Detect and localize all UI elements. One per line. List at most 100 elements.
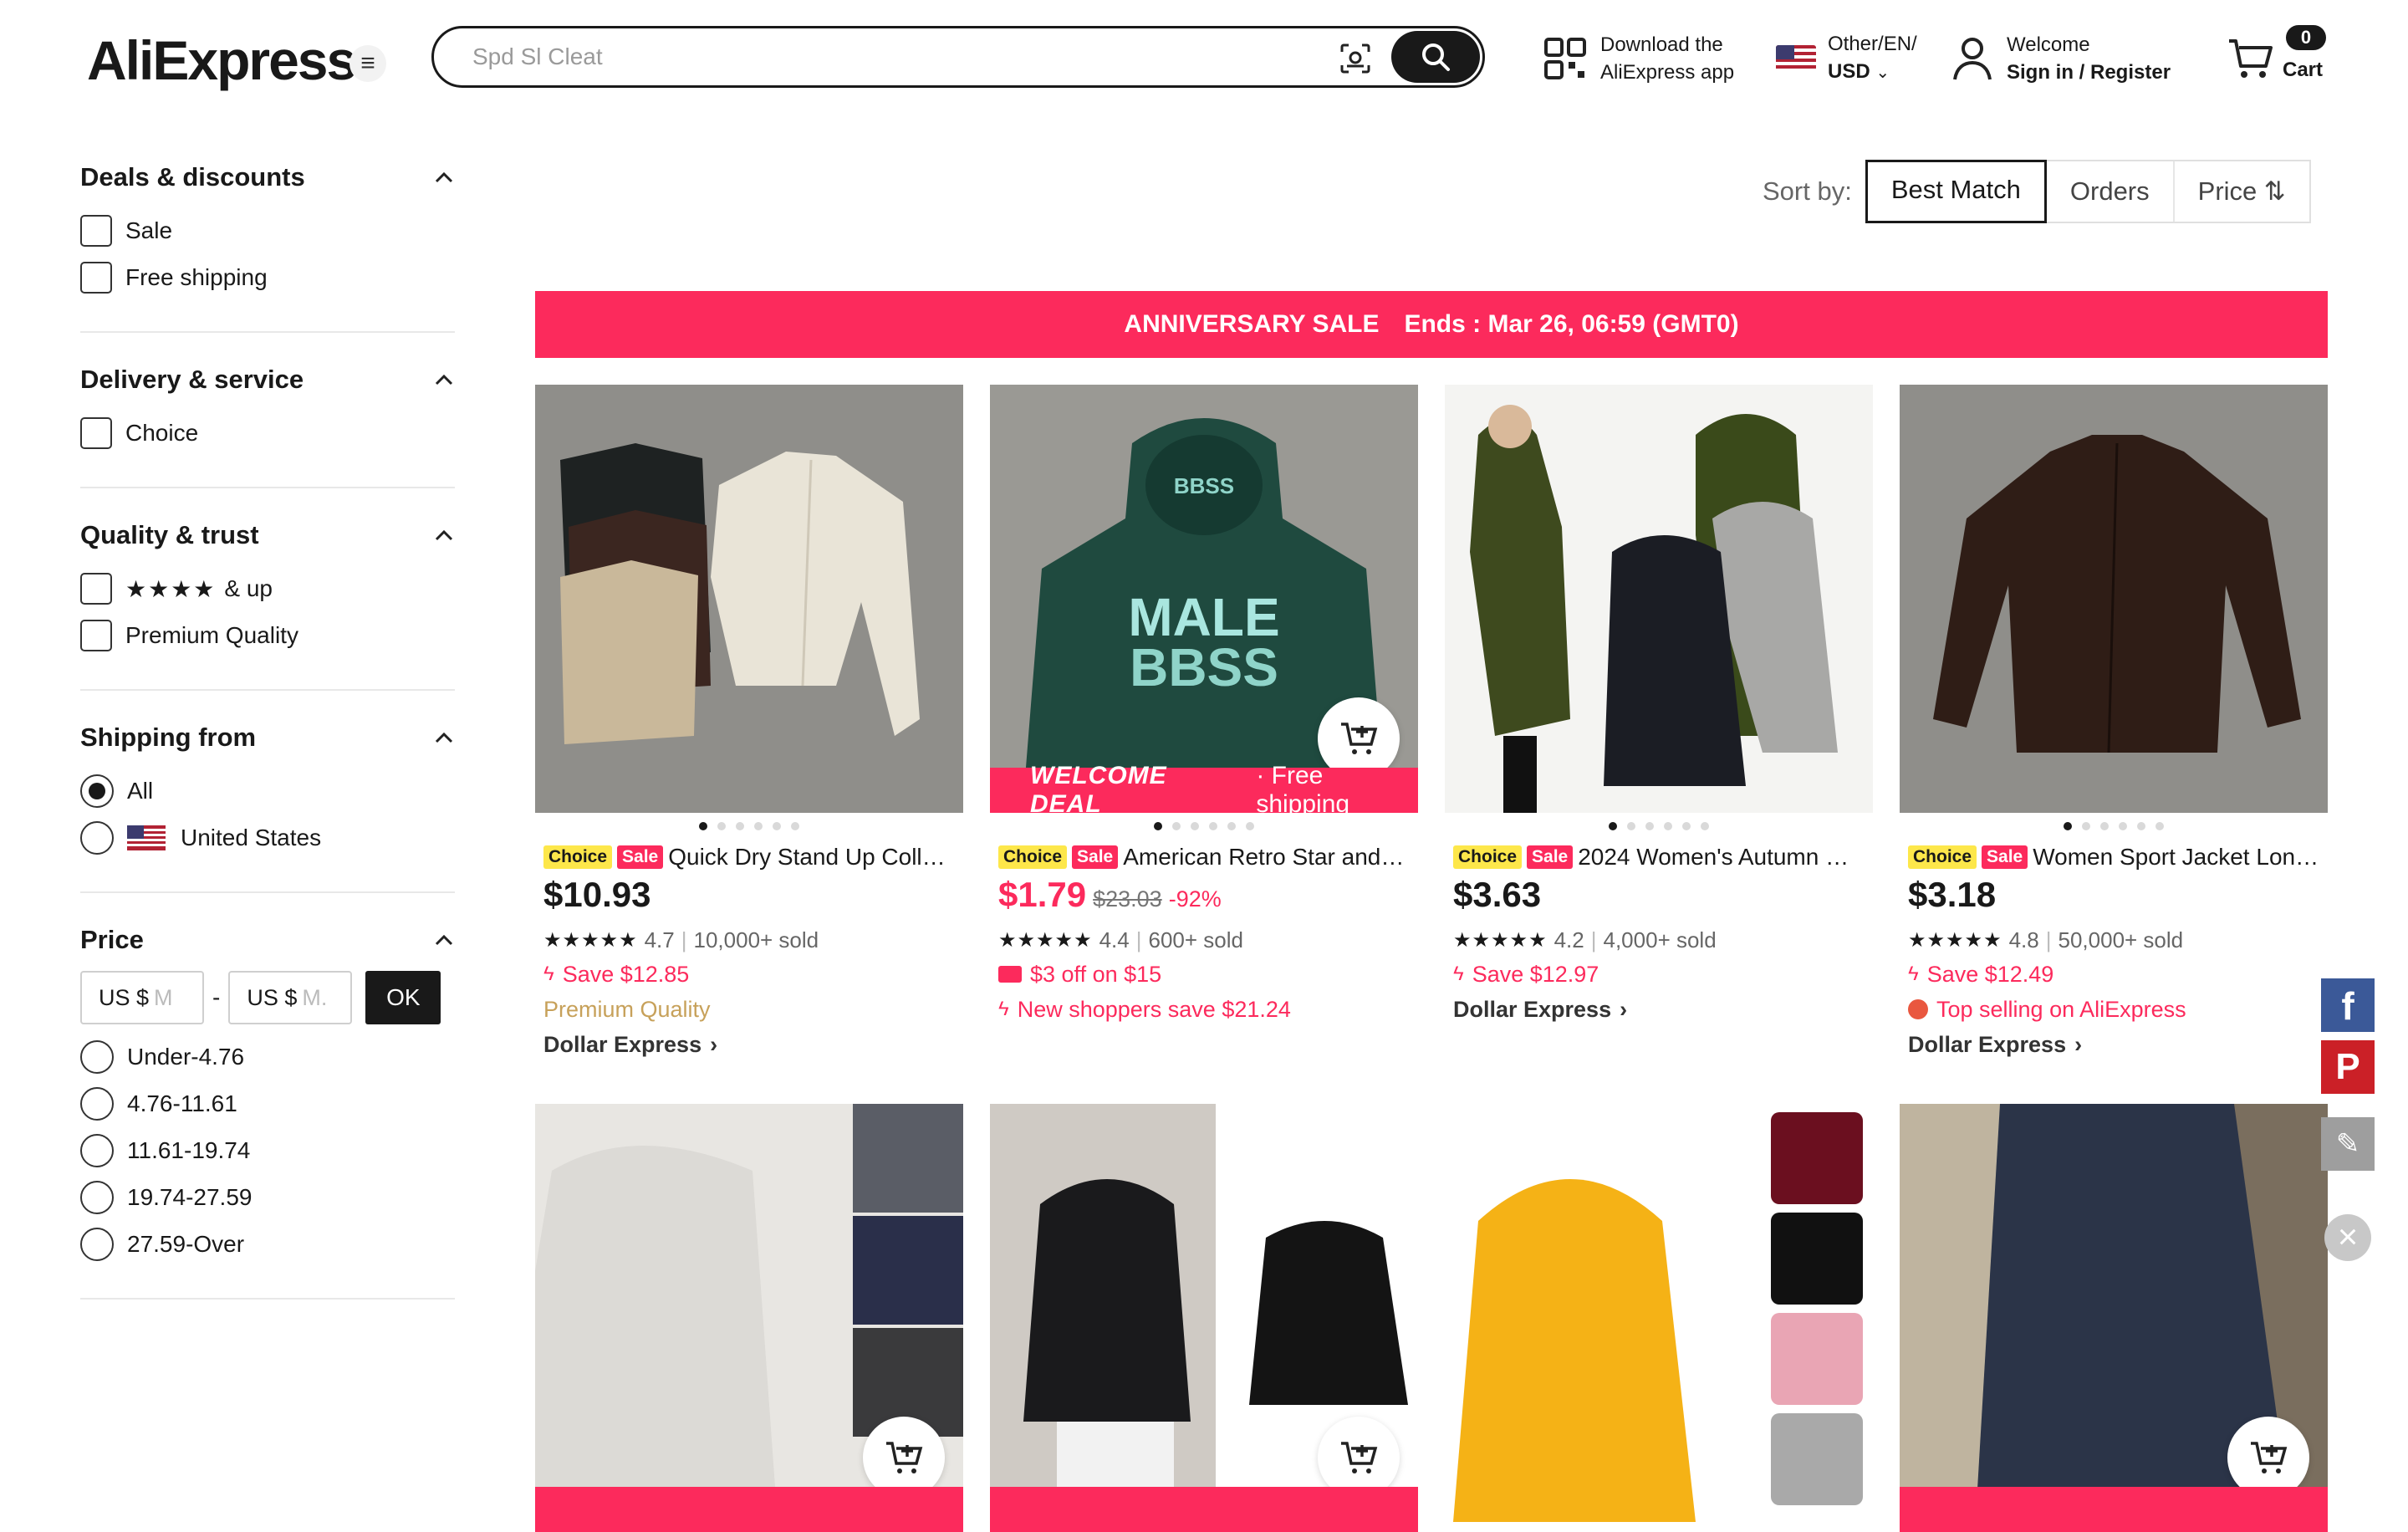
image-pager[interactable] — [1445, 813, 1873, 840]
category-menu-icon[interactable]: ≡ — [349, 45, 386, 82]
option-label: 4.76-11.61 — [127, 1090, 237, 1116]
us-flag-icon — [1776, 45, 1816, 72]
filter-delivery: Delivery & service Choice — [80, 361, 455, 488]
add-to-cart-icon — [2251, 1442, 2288, 1473]
image-pager[interactable] — [535, 813, 963, 840]
sort-best-match[interactable]: Best Match — [1865, 160, 2047, 223]
dollar-express-link[interactable]: Dollar Express — [543, 1032, 701, 1058]
filter-option-sale[interactable]: Sale — [80, 207, 455, 254]
filter-option-choice[interactable]: Choice — [80, 410, 455, 457]
locale-selector[interactable]: Other/EN/ USD ⌄ — [1776, 25, 1917, 92]
filter-option-premium-quality[interactable]: Premium Quality — [80, 612, 455, 659]
price-range-option[interactable]: 4.76-11.61 — [80, 1080, 455, 1127]
banner-title: ANNIVERSARY SALE — [1124, 310, 1380, 338]
price-range-option[interactable]: 19.74-27.59 — [80, 1174, 455, 1221]
dollar-express-link[interactable]: Dollar Express — [1908, 1032, 2066, 1058]
chevron-up-icon[interactable] — [433, 166, 455, 188]
product-title[interactable]: 2024 Women's Autumn Winter Long Hooded C… — [1578, 844, 1865, 871]
filter-title: Deals & discounts — [80, 162, 305, 192]
account-link[interactable]: Welcome Sign in / Register — [1951, 25, 2171, 92]
checkbox[interactable] — [80, 573, 112, 605]
radio[interactable] — [80, 1228, 114, 1261]
coupon-text: $3 off on $15 — [1030, 961, 1162, 987]
image-pager[interactable] — [1900, 813, 2328, 840]
product-card[interactable]: Choice Sale Quick Dry Stand Up Collar Sp… — [535, 385, 963, 1062]
download-app-link[interactable]: Download the AliExpress app — [1543, 25, 1734, 92]
checkbox[interactable] — [80, 620, 112, 651]
product-title[interactable]: Women Sport Jacket Long Sleeve Zipper Yo… — [2033, 844, 2319, 871]
original-price: $23.03 — [1093, 886, 1162, 912]
chevron-up-icon[interactable] — [433, 727, 455, 748]
radio[interactable] — [80, 1040, 114, 1074]
new-shopper-text: New shoppers save $21.24 — [1017, 996, 1291, 1022]
product-card[interactable]: Choice Sale Women Sport Jacket Long Slee… — [1900, 385, 2328, 1062]
banner-ends: Ends : Mar 26, 06:59 (GMT0) — [1404, 310, 1739, 338]
checkbox[interactable] — [80, 215, 112, 247]
welcome-deal-strip — [1900, 1487, 2328, 1532]
price-range-option[interactable]: 27.59-Over — [80, 1221, 455, 1268]
product-image[interactable]: BBSS MALE BBSS WELCOME DEAL · Free shippi… — [990, 385, 1418, 813]
checkbox[interactable] — [80, 262, 112, 294]
price-range-option[interactable]: Under-4.76 — [80, 1034, 455, 1080]
facebook-share-icon[interactable]: f — [2321, 978, 2375, 1032]
image-pager[interactable] — [990, 813, 1418, 840]
close-icon[interactable]: × — [2324, 1214, 2371, 1261]
radio[interactable] — [80, 821, 114, 855]
product-image[interactable] — [1445, 1104, 1873, 1532]
sort-orders[interactable]: Orders — [2047, 161, 2175, 222]
product-image[interactable] — [1900, 385, 2328, 813]
dollar-express-link[interactable]: Dollar Express — [1453, 997, 1611, 1023]
pinterest-share-icon[interactable]: P — [2321, 1040, 2375, 1094]
sort-price-label: Price — [2197, 176, 2258, 206]
product-title[interactable]: American Retro Star and Letter Print Zip… — [1123, 844, 1410, 871]
price-min-input[interactable]: US $ M — [80, 971, 204, 1024]
welcome-deal-label: WELCOME DEAL — [1030, 762, 1167, 813]
product-card[interactable] — [1445, 1104, 1873, 1532]
price-ok-button[interactable]: OK — [365, 971, 441, 1024]
filter-option-free-shipping[interactable]: Free shipping — [80, 254, 455, 301]
coupon-icon — [998, 966, 1022, 983]
filter-title: Quality & trust — [80, 520, 259, 549]
product-price: $1.79 — [998, 875, 1087, 914]
product-card[interactable] — [990, 1104, 1418, 1532]
save-text: Save $12.85 — [562, 961, 690, 987]
image-search-icon[interactable] — [1339, 42, 1372, 75]
edit-pencil-icon[interactable]: ✎ — [2321, 1117, 2375, 1171]
cart-count-badge: 0 — [2286, 25, 2326, 50]
chevron-up-icon[interactable] — [433, 369, 455, 391]
product-card[interactable]: Choice Sale 2024 Women's Autumn Winter L… — [1445, 385, 1873, 1027]
sort-price[interactable]: Price ⇅ — [2175, 161, 2309, 222]
sale-badge: Sale — [1982, 845, 2028, 869]
product-image[interactable] — [535, 385, 963, 813]
product-card[interactable]: BBSS MALE BBSS WELCOME DEAL · Free shippi… — [990, 385, 1418, 1027]
product-image[interactable] — [1445, 385, 1873, 813]
anniversary-sale-banner[interactable]: ANNIVERSARY SALE Ends : Mar 26, 06:59 (G… — [535, 291, 2328, 358]
radio[interactable] — [80, 1134, 114, 1167]
product-card[interactable] — [535, 1104, 963, 1532]
radio[interactable] — [80, 1181, 114, 1214]
product-card[interactable] — [1900, 1104, 2328, 1532]
radio[interactable] — [80, 1087, 114, 1121]
filter-shipping-from: Shipping from All United States — [80, 719, 455, 893]
product-image[interactable] — [535, 1104, 963, 1532]
search-input[interactable] — [472, 40, 1309, 74]
checkbox[interactable] — [80, 417, 112, 449]
filter-option-all[interactable]: All — [80, 768, 455, 815]
sale-badge: Sale — [1527, 845, 1574, 869]
star-rating-icon: ★★★★★ — [543, 928, 638, 952]
lightning-icon: ϟ — [1908, 963, 1919, 985]
product-image[interactable] — [1900, 1104, 2328, 1532]
chevron-up-icon[interactable] — [433, 524, 455, 546]
search-button[interactable] — [1391, 31, 1480, 83]
sign-in-register-link[interactable]: Sign in / Register — [2007, 59, 2171, 86]
filter-option-united-states[interactable]: United States — [80, 815, 455, 861]
radio-selected[interactable] — [80, 774, 114, 808]
chevron-up-icon[interactable] — [433, 929, 455, 951]
product-image[interactable] — [990, 1104, 1418, 1532]
price-max-input[interactable]: US $ M. — [228, 971, 353, 1024]
product-title[interactable]: Quick Dry Stand Up Collar Sports Jacket … — [668, 844, 955, 871]
aliexpress-logo[interactable]: AliExpress — [87, 28, 357, 92]
price-range-option[interactable]: 11.61-19.74 — [80, 1127, 455, 1174]
filter-option-4-stars[interactable]: ★★★★ & up — [80, 565, 455, 612]
currency-label: USD — [1828, 60, 1870, 83]
